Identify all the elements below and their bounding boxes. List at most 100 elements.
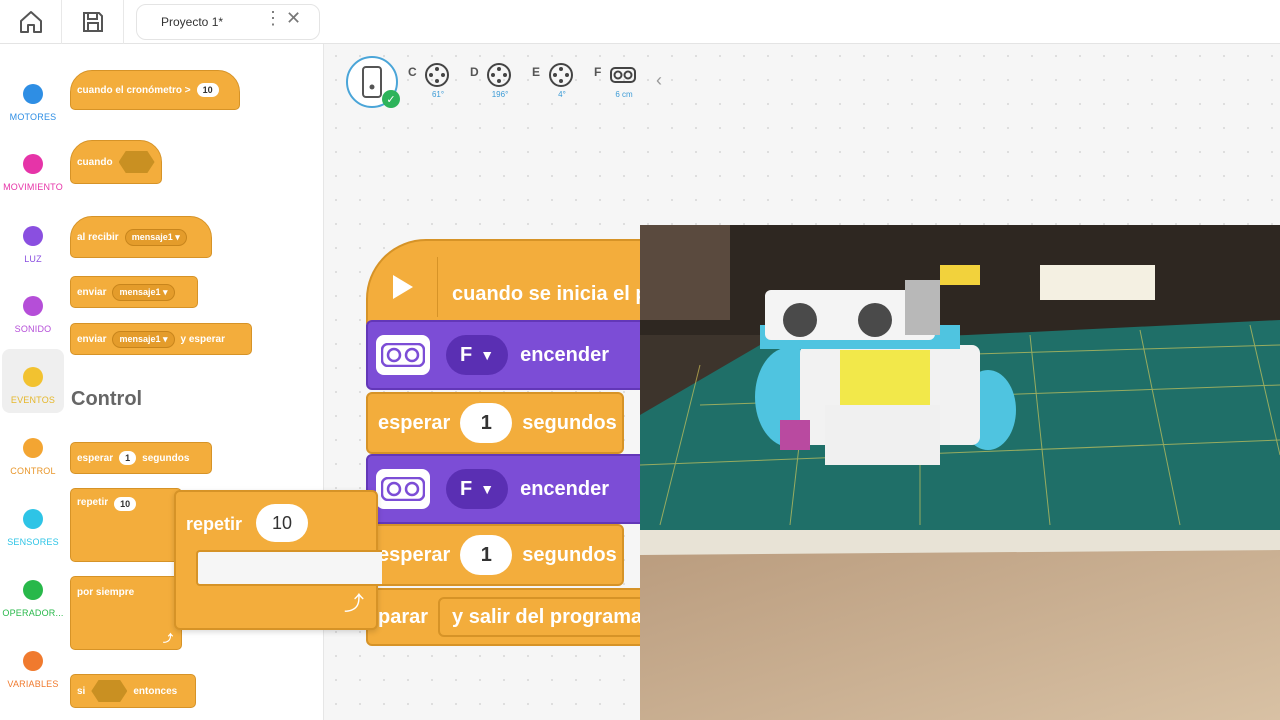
condition-slot[interactable] (91, 680, 128, 702)
receive-message-block[interactable]: al recibir mensaje1 ▾ (70, 216, 212, 258)
port-f-status[interactable]: F 6 cm (594, 62, 654, 112)
distance-sensor-icon (376, 469, 430, 509)
chevron-down-icon: ▼ (480, 347, 495, 363)
category-sidebar: MOTORES MOVIMIENTO LUZ SONIDO EVENTOS CONTROL… (0, 44, 66, 720)
home-icon (19, 11, 42, 33)
timer-event-block[interactable]: cuando el cronómetro > 10 (70, 70, 240, 110)
category-label: OPERADOR... (2, 608, 64, 618)
category-color-dot (23, 438, 43, 458)
block-label: parar (378, 605, 429, 628)
block-label: encender (520, 343, 610, 366)
block-label: enviar (77, 333, 107, 345)
condition-slot[interactable] (118, 151, 155, 173)
wait-seconds-block[interactable]: esperar 1 segundos (366, 392, 624, 454)
block-suffix: y esperar (180, 333, 226, 345)
message-dropdown[interactable]: mensaje1 ▾ (112, 283, 175, 301)
wait-seconds-block[interactable]: esperar 1 segundos (70, 442, 212, 474)
category-color-dot (23, 84, 43, 104)
project-title: Proyecto 1* (161, 15, 224, 29)
save-button[interactable] (62, 0, 124, 44)
port-letter: E (532, 65, 541, 79)
category-label: CONTROL (10, 466, 56, 476)
collapse-ports-icon[interactable]: ‹ (656, 70, 662, 91)
category-movimiento[interactable]: MOVIMIENTO (2, 136, 64, 200)
block-label: si (77, 685, 86, 697)
category-label: LUZ (24, 254, 42, 264)
category-label: SONIDO (14, 324, 52, 334)
tab-menu-icon[interactable]: ⋮ (264, 8, 282, 29)
send-and-wait-block[interactable]: enviar mensaje1 ▾ y esperar (70, 323, 252, 355)
robot-on-mat-photo (640, 225, 1280, 720)
connected-check-icon: ✓ (382, 90, 400, 108)
category-color-dot (23, 296, 43, 316)
seconds-input[interactable]: 1 (460, 535, 513, 575)
loop-slot[interactable] (196, 550, 382, 586)
category-control[interactable]: CONTROL (2, 420, 64, 484)
block-label: cuando el cronómetro > (77, 84, 191, 96)
seconds-input[interactable]: 1 (119, 451, 137, 465)
block-label: esperar (378, 411, 451, 434)
category-operador[interactable]: OPERADOR... (2, 562, 64, 626)
when-program-starts-block[interactable]: cuando se inicia el p (366, 239, 666, 329)
tab-close-icon[interactable]: ✕ (286, 8, 301, 29)
port-dropdown[interactable]: F ▼ (446, 469, 509, 509)
loop-arrow-icon: ⤴ (163, 634, 173, 645)
category-color-dot (23, 226, 43, 246)
forever-block[interactable]: por siempre ⤴ (70, 576, 182, 650)
dragged-repeat-block[interactable]: repetir 10 ⤴ (174, 490, 382, 630)
block-label: enviar (77, 286, 107, 298)
port-dropdown[interactable]: F ▼ (446, 335, 509, 375)
port-e-status[interactable]: E 4° (532, 62, 592, 112)
message-dropdown[interactable]: mensaje1 ▾ (112, 330, 175, 348)
port-value: 61° (431, 90, 445, 99)
block-suffix: segundos (142, 452, 190, 464)
category-label: EVENTOS (10, 395, 56, 405)
play-icon (368, 257, 438, 317)
block-label: cuando se inicia el p (452, 283, 648, 305)
category-eventos[interactable]: EVENTOS (2, 349, 64, 413)
home-button[interactable] (0, 0, 62, 44)
stop-option-dropdown[interactable]: y salir del programa (438, 597, 657, 637)
loop-arrow-icon: ⤴ (344, 593, 364, 615)
category-color-dot (23, 154, 43, 174)
distance-sensor-icon (376, 335, 430, 375)
port-d-status[interactable]: D 196° (470, 62, 530, 112)
category-variables[interactable]: VARIABLES (2, 633, 64, 697)
message-dropdown[interactable]: mensaje1 ▾ (124, 228, 187, 246)
distance-sensor-light-block[interactable]: F ▼ encender (366, 454, 666, 524)
motor-icon (487, 63, 511, 87)
send-message-block[interactable]: enviar mensaje1 ▾ (70, 276, 198, 308)
category-luz[interactable]: LUZ (2, 208, 64, 272)
block-suffix: entonces (133, 685, 178, 697)
when-condition-block[interactable]: cuando (70, 140, 162, 184)
stop-program-block[interactable]: parar y salir del programa (366, 588, 666, 646)
repeat-count-input[interactable]: 10 (114, 497, 137, 511)
timer-value-input[interactable]: 10 (196, 83, 219, 97)
motor-icon (425, 63, 449, 87)
repeat-count-input[interactable]: 10 (256, 504, 308, 542)
block-label: encender (520, 477, 610, 500)
top-bar: Proyecto 1* ⋮ ✕ (0, 0, 1280, 44)
if-then-block[interactable]: si entonces (70, 674, 196, 708)
port-value: 4° (558, 90, 566, 99)
category-motores[interactable]: MOTORES (2, 66, 64, 130)
block-label: cuando (77, 156, 113, 168)
block-label: repetir (186, 514, 243, 534)
port-letter: C (408, 65, 417, 79)
control-section-heading: Control (71, 388, 143, 410)
port-value: 6 cm (615, 90, 633, 99)
distance-sensor-light-block[interactable]: F ▼ encender (366, 320, 666, 390)
category-label: SENSORES (7, 537, 59, 547)
category-color-dot (23, 367, 43, 387)
block-label: esperar (378, 543, 451, 566)
block-suffix: segundos (522, 543, 617, 566)
category-sonido[interactable]: SONIDO (2, 278, 64, 342)
port-c-status[interactable]: C 61° (408, 62, 468, 112)
wait-seconds-block[interactable]: esperar 1 segundos (366, 524, 624, 586)
seconds-input[interactable]: 1 (460, 403, 513, 443)
category-color-dot (23, 509, 43, 529)
category-label: VARIABLES (7, 679, 59, 689)
repeat-block[interactable]: repetir 10 (70, 488, 182, 562)
category-sensores[interactable]: SENSORES (2, 491, 64, 555)
hub-icon (362, 66, 382, 98)
